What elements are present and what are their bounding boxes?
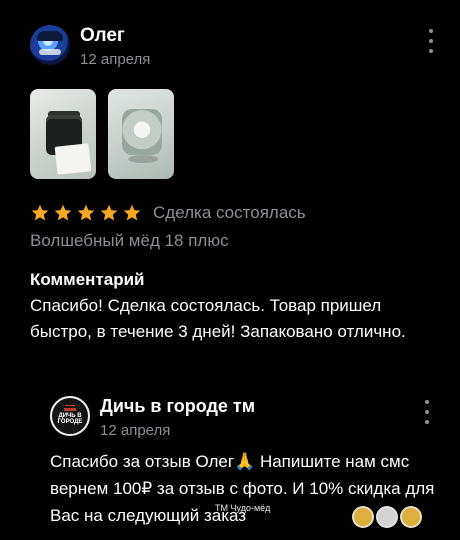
star-icon [30,203,50,223]
emoji-icon [352,506,374,528]
comment-heading: Комментарий [30,270,145,289]
logo-text: ДИЧЬ В ГОРОДЕ [57,412,83,425]
seller-reply: ДИЧЬ В ГОРОДЕ Дичь в городе тм 12 апреля… [50,396,450,540]
product-name: Волшебный мёд 18 плюс [30,231,229,250]
comment-text: Спасибо! Сделка состоялась. Товар пришел… [30,296,406,341]
avatar[interactable] [30,25,70,65]
rating-stars [30,203,145,223]
review-photo[interactable] [30,89,96,179]
more-vertical-icon[interactable] [424,29,438,53]
emoji-icon [376,506,398,528]
review-date: 12 апреля [80,51,151,68]
review-screen: Олег 12 апреля Сделка состоялась Волшебн… [0,0,460,540]
star-icon [76,203,96,223]
review-header: Олег 12 апреля [30,25,450,75]
jar [122,109,162,155]
avatar-cap [37,31,63,41]
avatar-sign [39,49,61,55]
watermark-label: ТМ Чудо-мёд [215,503,271,513]
rating-row: Сделка состоялась [30,202,306,224]
jar-shadow [128,155,158,163]
star-icon [53,203,73,223]
emoji-icon [400,506,422,528]
author-name[interactable]: Олег [80,25,125,47]
more-vertical-icon[interactable] [420,400,434,424]
review-photo[interactable] [108,89,174,179]
reply-date: 12 апреля [100,422,171,439]
card [54,143,92,175]
avito-watermark [352,500,436,534]
star-icon [122,203,142,223]
seller-name[interactable]: Дичь в городе тм [100,396,255,417]
logo-mark [64,407,76,411]
seller-avatar[interactable]: ДИЧЬ В ГОРОДЕ [50,396,90,436]
deal-status: Сделка состоялась [153,203,306,222]
star-icon [99,203,119,223]
